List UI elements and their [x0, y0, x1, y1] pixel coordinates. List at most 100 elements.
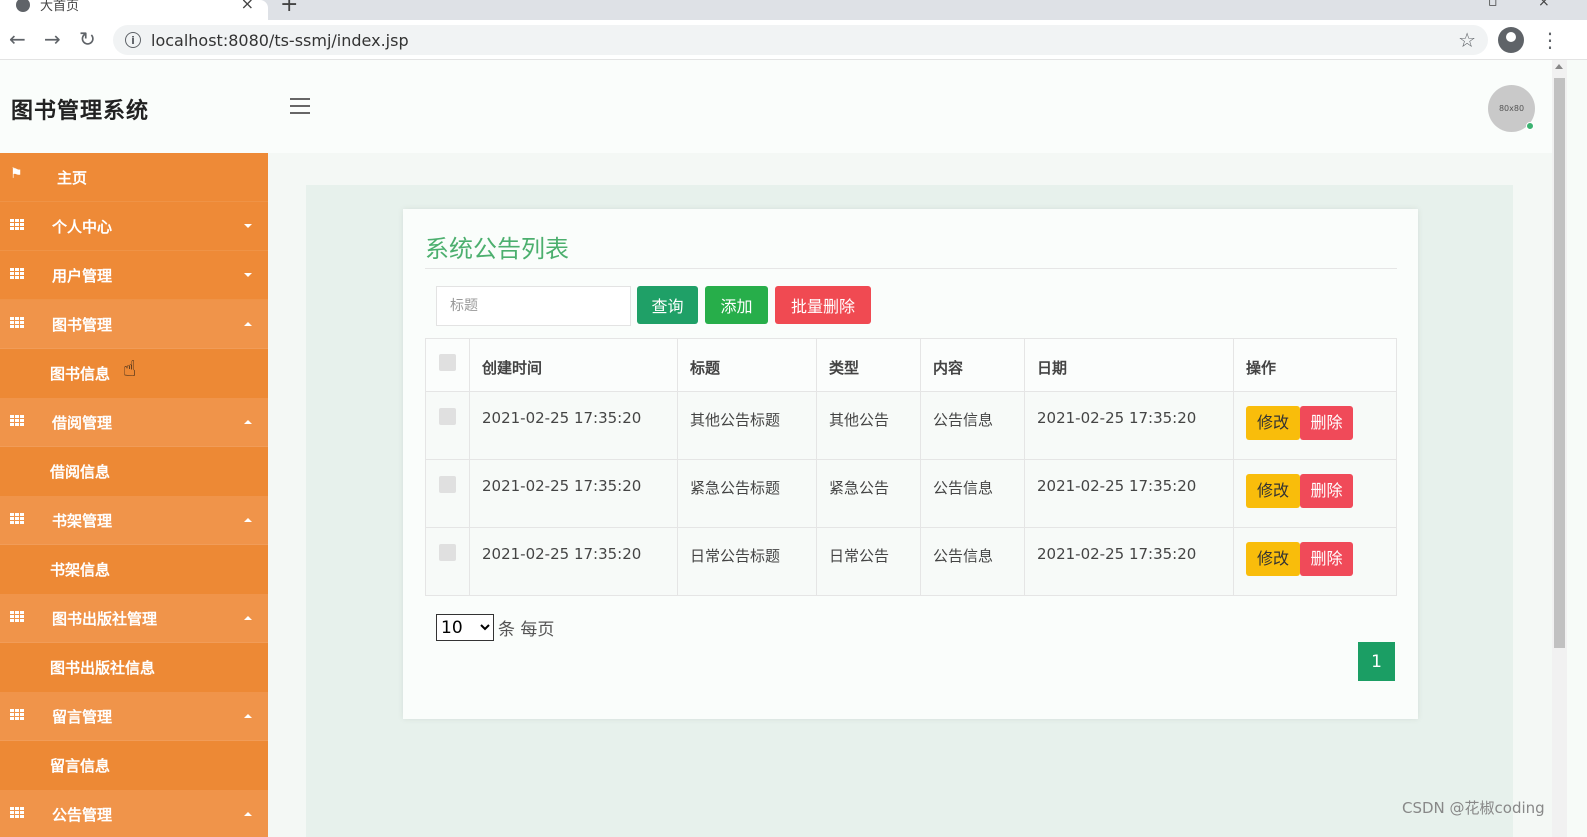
- cell-created: 2021-02-25 17:35:20: [469, 391, 678, 460]
- caret-down-icon: [244, 224, 252, 228]
- back-icon[interactable]: ←: [9, 28, 26, 50]
- scroll-up-arrow-icon[interactable]: [1555, 64, 1563, 69]
- sidebar-item-label: 借阅信息: [50, 463, 111, 481]
- cell-date: 2021-02-25 17:35:20: [1024, 527, 1234, 596]
- hamburger-menu-icon[interactable]: [290, 98, 310, 114]
- edit-button[interactable]: 修改: [1246, 406, 1300, 440]
- cell-actions: 修改 删除: [1233, 391, 1397, 460]
- cell-date: 2021-02-25 17:35:20: [1024, 459, 1234, 528]
- batch-delete-button[interactable]: 批量删除: [775, 286, 871, 324]
- sidebar-item-shelf-management[interactable]: 书架管理: [0, 496, 268, 545]
- bookmark-star-icon[interactable]: ☆: [1458, 28, 1476, 52]
- query-button[interactable]: 查询: [637, 286, 698, 324]
- forward-icon[interactable]: →: [44, 28, 61, 50]
- row-select-cell: [425, 459, 470, 528]
- app-brand: 图书管理系统: [11, 99, 150, 124]
- avatar-placeholder-text: 80x80: [1498, 104, 1525, 113]
- info-icon[interactable]: i: [125, 32, 141, 48]
- column-header: 内容: [920, 338, 1025, 392]
- table-row: 2021-02-25 17:35:20 日常公告标题 日常公告 公告信息 202…: [425, 527, 1397, 596]
- row-checkbox[interactable]: [439, 476, 456, 493]
- sidebar-item-home[interactable]: ⚑ 主页: [0, 153, 268, 202]
- caret-up-icon: [244, 518, 252, 522]
- sidebar-item-label: 留言管理: [52, 707, 113, 726]
- column-header: 标题: [677, 338, 817, 392]
- sidebar-item-user-management[interactable]: 用户管理: [0, 251, 268, 300]
- title-divider: [425, 268, 1397, 269]
- column-header: 操作: [1233, 338, 1397, 392]
- close-window-icon[interactable]: ×: [1538, 0, 1550, 10]
- avatar[interactable]: 80x80: [1488, 85, 1535, 132]
- online-status-dot: [1526, 122, 1534, 130]
- column-header: 日期: [1024, 338, 1234, 392]
- watermark-text: CSDN @花椒coding: [1402, 799, 1545, 817]
- select-all-cell: [425, 338, 470, 392]
- browser-tab[interactable]: 大首页 ×: [0, 0, 268, 20]
- page-size-control: 10 条 每页: [436, 614, 554, 641]
- sidebar-item-notice-management[interactable]: 公告管理: [0, 790, 268, 837]
- reload-icon[interactable]: ↻: [79, 28, 96, 50]
- notice-table: 创建时间 标题 类型 内容 日期 操作 2021-02-25 17:35:20 …: [425, 338, 1397, 596]
- notice-list-card: 系统公告列表 查询 添加 批量删除 创建时间 标题 类型 内容 日期 操作 20…: [403, 209, 1418, 719]
- close-tab-icon[interactable]: ×: [241, 0, 254, 13]
- delete-button[interactable]: 删除: [1300, 474, 1353, 508]
- new-tab-icon[interactable]: +: [280, 0, 298, 17]
- column-header: 创建时间: [469, 338, 678, 392]
- sidebar-item-label: 图书信息: [50, 365, 111, 383]
- cell-content: 公告信息: [920, 391, 1025, 460]
- sidebar-item-label: 用户管理: [52, 266, 113, 285]
- sidebar-item-borrow-management[interactable]: 借阅管理: [0, 398, 268, 447]
- cell-content: 公告信息: [920, 527, 1025, 596]
- delete-button[interactable]: 删除: [1300, 542, 1353, 576]
- sidebar-item-book-management[interactable]: 图书管理: [0, 300, 268, 349]
- restore-window-icon[interactable]: ▫: [1488, 0, 1498, 10]
- cell-title: 日常公告标题: [677, 527, 817, 596]
- scrollbar-thumb[interactable]: [1554, 78, 1565, 648]
- sidebar-item-label: 书架信息: [50, 561, 111, 579]
- select-all-checkbox[interactable]: [439, 354, 456, 371]
- sidebar-item-message-management[interactable]: 留言管理: [0, 692, 268, 741]
- sidebar-item-publisher-management[interactable]: 图书出版社管理: [0, 594, 268, 643]
- cell-type: 其他公告: [816, 391, 921, 460]
- table-row: 2021-02-25 17:35:20 其他公告标题 其他公告 公告信息 202…: [425, 391, 1397, 460]
- grid-icon: [10, 415, 24, 427]
- sidebar-item-label: 书架管理: [52, 511, 113, 530]
- grid-icon: [10, 219, 24, 231]
- page-size-suffix: 条 每页: [498, 620, 555, 640]
- sidebar-subitem-shelf-info[interactable]: 书架信息: [0, 545, 268, 594]
- address-bar[interactable]: i localhost:8080/ts-ssmj/index.jsp ☆: [113, 25, 1488, 55]
- globe-icon: [16, 0, 30, 12]
- cell-title: 其他公告标题: [677, 391, 817, 460]
- browser-menu-icon[interactable]: ⋮: [1540, 28, 1560, 52]
- sidebar-subitem-message-info[interactable]: 留言信息: [0, 741, 268, 790]
- sidebar-item-label: 主页: [57, 168, 88, 187]
- sidebar-item-label: 个人中心: [52, 217, 113, 236]
- vertical-scrollbar[interactable]: [1552, 60, 1567, 837]
- row-checkbox[interactable]: [439, 408, 456, 425]
- app-header: 图书管理系统 80x80: [0, 60, 1552, 153]
- page-title: 系统公告列表: [425, 235, 569, 263]
- sidebar-subitem-publisher-info[interactable]: 图书出版社信息: [0, 643, 268, 692]
- row-select-cell: [425, 527, 470, 596]
- caret-up-icon: [244, 420, 252, 424]
- grid-icon: [10, 807, 24, 819]
- edit-button[interactable]: 修改: [1246, 474, 1300, 508]
- title-search-input[interactable]: [436, 286, 631, 326]
- browser-tab-title: 大首页: [40, 0, 80, 14]
- pagination-page-1[interactable]: 1: [1358, 642, 1395, 681]
- sidebar-item-label: 图书管理: [52, 315, 113, 334]
- add-button[interactable]: 添加: [705, 286, 768, 324]
- sidebar-subitem-borrow-info[interactable]: 借阅信息: [0, 447, 268, 496]
- caret-down-icon: [244, 273, 252, 277]
- sidebar-item-label: 图书出版社信息: [50, 659, 156, 677]
- sidebar-item-personal-center[interactable]: 个人中心: [0, 202, 268, 251]
- cell-created: 2021-02-25 17:35:20: [469, 459, 678, 528]
- edit-button[interactable]: 修改: [1246, 542, 1300, 576]
- delete-button[interactable]: 删除: [1300, 406, 1353, 440]
- column-header: 类型: [816, 338, 921, 392]
- sidebar-item-label: 图书出版社管理: [52, 609, 158, 628]
- page-size-select[interactable]: 10: [436, 614, 494, 641]
- profile-icon[interactable]: [1498, 27, 1524, 53]
- caret-up-icon: [244, 322, 252, 326]
- row-checkbox[interactable]: [439, 544, 456, 561]
